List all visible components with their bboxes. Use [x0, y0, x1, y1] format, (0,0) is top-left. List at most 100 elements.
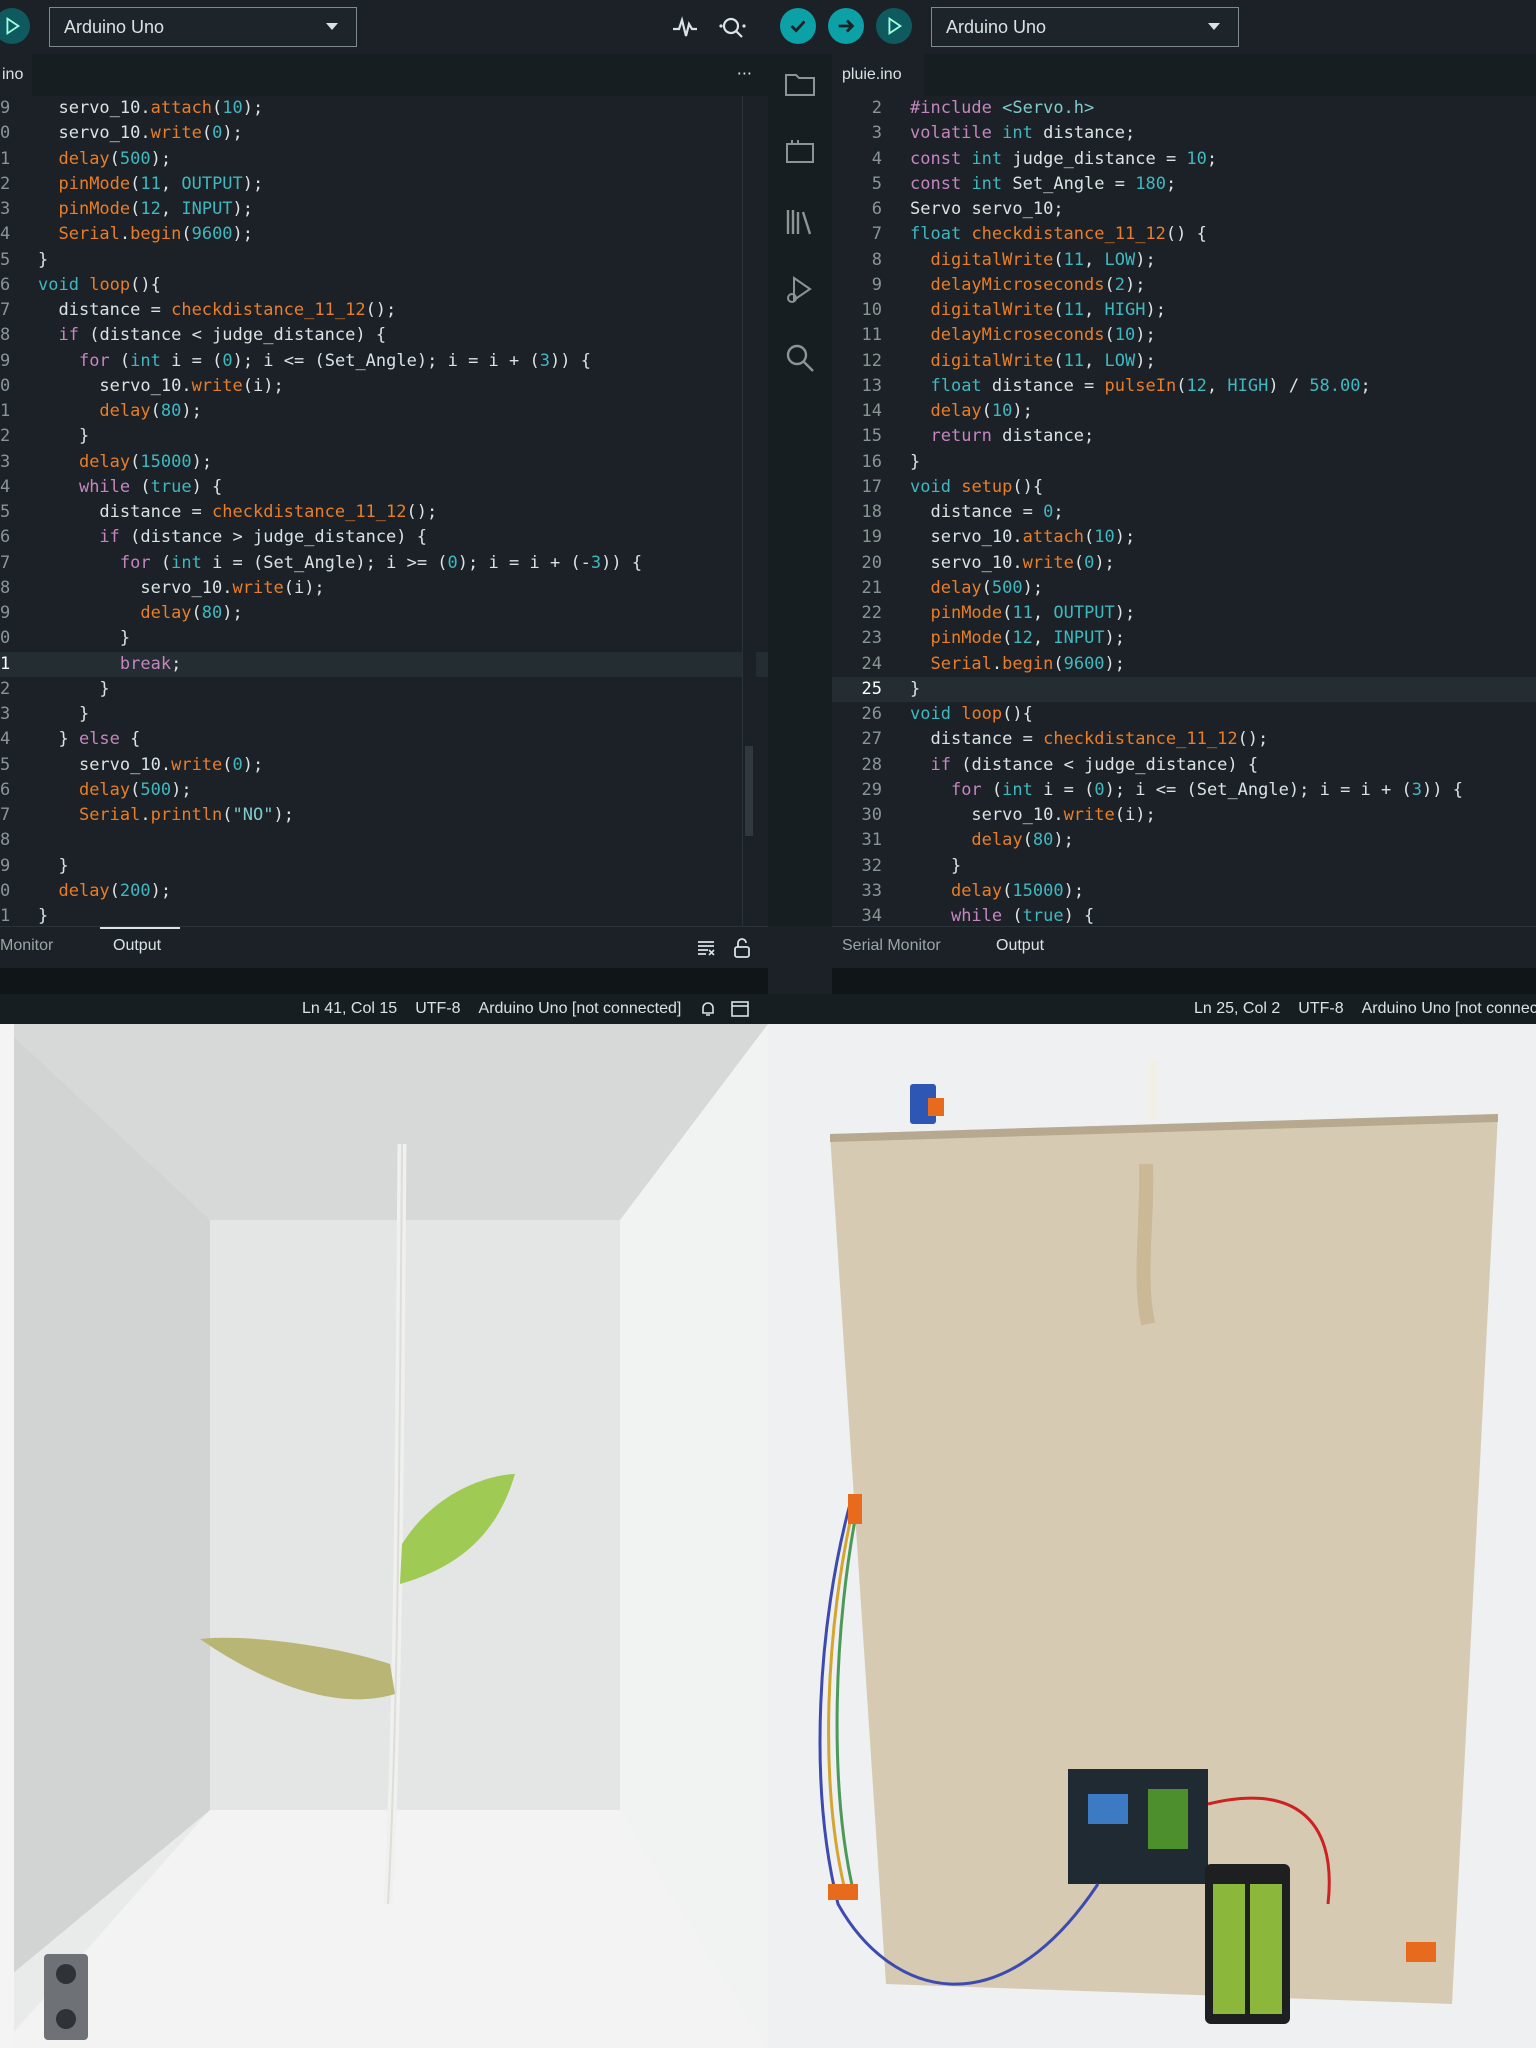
debug-button[interactable]: [876, 8, 912, 44]
code-line[interactable]: 6 delay(500);: [0, 778, 768, 803]
board-selector[interactable]: Arduino Uno: [49, 7, 357, 47]
editor-scrollbar[interactable]: [742, 96, 756, 926]
panel-toggle-icon[interactable]: [731, 1001, 750, 1017]
file-tab[interactable]: pluie.ino: [832, 54, 924, 96]
code-line[interactable]: 10 digitalWrite(11, HIGH);: [832, 298, 1536, 323]
code-line[interactable]: 32 }: [832, 854, 1536, 879]
code-line[interactable]: 8: [0, 828, 768, 853]
code-line[interactable]: 31 delay(80);: [832, 828, 1536, 853]
code-line[interactable]: 19 servo_10.attach(10);: [832, 525, 1536, 550]
code-line[interactable]: 2 pinMode(11, OUTPUT);: [0, 172, 768, 197]
code-line[interactable]: 9 delay(80);: [0, 601, 768, 626]
code-line[interactable]: 21 delay(500);: [832, 576, 1536, 601]
tab-serial-monitor[interactable]: Serial Monitor: [842, 937, 941, 955]
debug-button[interactable]: [0, 8, 30, 44]
code-line[interactable]: 11 delayMicroseconds(10);: [832, 323, 1536, 348]
code-editor[interactable]: 9 servo_10.attach(10); 0 servo_10.write(0…: [0, 96, 768, 926]
code-line[interactable]: 1 delay(500);: [0, 147, 768, 172]
code-line[interactable]: 24 Serial.begin(9600);: [832, 652, 1536, 677]
board-selector[interactable]: Arduino Uno: [931, 7, 1239, 47]
line-number: 3: [871, 123, 882, 144]
bell-icon[interactable]: [699, 1000, 717, 1018]
file-tab[interactable]: ino: [0, 54, 32, 96]
code-line[interactable]: 13 float distance = pulseIn(12, HIGH) / …: [832, 374, 1536, 399]
code-line[interactable]: 17 void setup(){: [832, 475, 1536, 500]
code-line[interactable]: 8 servo_10.write(i);: [0, 576, 768, 601]
code-line[interactable]: 30 servo_10.write(i);: [832, 803, 1536, 828]
code-line[interactable]: 5}: [0, 248, 768, 273]
code-line[interactable]: 8 if (distance < judge_distance) {: [0, 323, 768, 348]
code-line[interactable]: 28 if (distance < judge_distance) {: [832, 753, 1536, 778]
code-line[interactable]: 1}: [0, 904, 768, 926]
file-tab-bar: ino ···: [0, 54, 768, 96]
code-line[interactable]: 12 digitalWrite(11, LOW);: [832, 349, 1536, 374]
code-line[interactable]: 4 } else {: [0, 727, 768, 752]
code-text: float distance = pulseIn(12, HIGH) / 58.…: [930, 375, 1371, 396]
code-line[interactable]: 23 pinMode(12, INPUT);: [832, 626, 1536, 651]
code-line[interactable]: 6 Servo servo_10;: [832, 197, 1536, 222]
tab-output[interactable]: Output: [113, 937, 161, 955]
more-options-icon[interactable]: ···: [737, 64, 752, 83]
code-line[interactable]: 7 float checkdistance_11_12() {: [832, 222, 1536, 247]
library-icon[interactable]: [782, 204, 818, 240]
code-line[interactable]: 7 for (int i = (Set_Angle); i >= (0); i …: [0, 551, 768, 576]
code-line[interactable]: 27 distance = checkdistance_11_12();: [832, 727, 1536, 752]
code-line[interactable]: 4 const int judge_distance = 10;: [832, 147, 1536, 172]
code-line[interactable]: 3 delay(15000);: [0, 450, 768, 475]
code-line[interactable]: 9 }: [0, 854, 768, 879]
code-line[interactable]: 9 for (int i = (0); i <= (Set_Angle); i …: [0, 349, 768, 374]
debug-icon[interactable]: [782, 272, 818, 308]
code-line[interactable]: 1 delay(80);: [0, 399, 768, 424]
code-line[interactable]: 14 delay(10);: [832, 399, 1536, 424]
code-line[interactable]: 25}: [832, 676, 1536, 702]
code-line[interactable]: 0 servo_10.write(0);: [0, 121, 768, 146]
upload-button[interactable]: [828, 8, 864, 44]
code-line[interactable]: 22 pinMode(11, OUTPUT);: [832, 601, 1536, 626]
code-line[interactable]: 29 for (int i = (0); i <= (Set_Angle); i…: [832, 778, 1536, 803]
code-line[interactable]: 7 Serial.println("NO");: [0, 803, 768, 828]
board-manager-icon[interactable]: [782, 134, 818, 170]
code-line[interactable]: 3 }: [0, 702, 768, 727]
code-line[interactable]: 0 }: [0, 626, 768, 651]
code-line[interactable]: 3 pinMode(12, INPUT);: [0, 197, 768, 222]
code-line[interactable]: 4 while (true) {: [0, 475, 768, 500]
verify-button[interactable]: [780, 8, 816, 44]
code-line[interactable]: 1 break;: [0, 651, 768, 677]
code-line[interactable]: 18 distance = 0;: [832, 500, 1536, 525]
code-line[interactable]: 20 servo_10.write(0);: [832, 551, 1536, 576]
code-line[interactable]: 34 while (true) {: [832, 904, 1536, 926]
code-line[interactable]: 9 delayMicroseconds(2);: [832, 273, 1536, 298]
code-line[interactable]: 0 delay(200);: [0, 879, 768, 904]
code-line[interactable]: 15 return distance;: [832, 424, 1536, 449]
code-line[interactable]: 2 }: [0, 424, 768, 449]
code-line[interactable]: 0 servo_10.write(i);: [0, 374, 768, 399]
code-line[interactable]: 8 digitalWrite(11, LOW);: [832, 248, 1536, 273]
tab-serial-monitor[interactable]: l Monitor: [0, 937, 53, 955]
serial-plotter-icon[interactable]: [670, 12, 700, 42]
line-number: 5: [0, 502, 11, 522]
code-line[interactable]: 2 }: [0, 677, 768, 702]
line-number: 8: [0, 325, 11, 346]
code-line[interactable]: 6 void loop(){: [0, 273, 768, 298]
code-line[interactable]: 6 if (distance > judge_distance) {: [0, 525, 768, 550]
code-line[interactable]: 5 const int Set_Angle = 180;: [832, 172, 1536, 197]
tab-output[interactable]: Output: [996, 937, 1044, 955]
code-line[interactable]: 9 servo_10.attach(10);: [0, 96, 768, 121]
serial-monitor-icon[interactable]: [718, 12, 748, 42]
line-number: 5: [0, 249, 11, 270]
code-line[interactable]: 2 #include <Servo.h>: [832, 96, 1536, 121]
code-line[interactable]: 3 volatile int distance;: [832, 121, 1536, 146]
code-editor[interactable]: 2 #include <Servo.h> 3 volatile int distanc…: [832, 96, 1536, 926]
code-line[interactable]: 33 delay(15000);: [832, 879, 1536, 904]
scrollbar-thumb[interactable]: [745, 746, 753, 836]
search-icon[interactable]: [782, 340, 818, 376]
folder-icon[interactable]: [782, 66, 818, 102]
clear-output-icon[interactable]: [696, 938, 716, 958]
code-line[interactable]: 4 Serial.begin(9600);: [0, 222, 768, 247]
code-line[interactable]: 16}: [832, 450, 1536, 475]
code-line[interactable]: 5 distance = checkdistance_11_12();: [0, 500, 768, 525]
code-line[interactable]: 26 void loop(){: [832, 702, 1536, 727]
code-line[interactable]: 7 distance = checkdistance_11_12();: [0, 298, 768, 323]
code-line[interactable]: 5 servo_10.write(0);: [0, 753, 768, 778]
lock-icon[interactable]: [732, 937, 752, 959]
